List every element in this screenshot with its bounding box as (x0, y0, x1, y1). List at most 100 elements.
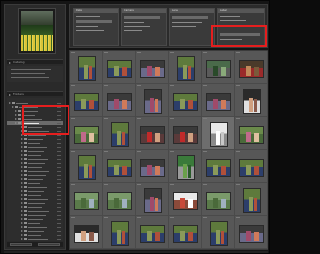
grid-cell[interactable] (235, 51, 268, 84)
disclosure-triangle-icon[interactable] (21, 158, 23, 160)
photo-thumbnail[interactable] (206, 59, 231, 78)
grid-cell[interactable] (136, 183, 169, 216)
photo-thumbnail[interactable] (74, 191, 99, 210)
photo-thumbnail[interactable] (74, 224, 99, 243)
photo-thumbnail[interactable] (173, 191, 198, 210)
grid-cell[interactable] (103, 117, 136, 150)
disclosure-triangle-icon[interactable] (21, 138, 23, 140)
photo-thumbnail[interactable] (239, 125, 264, 144)
grid-cell[interactable] (70, 150, 103, 183)
grid-cell[interactable] (169, 84, 202, 117)
photo-thumbnail[interactable] (140, 158, 165, 177)
grid-cell[interactable] (202, 150, 235, 183)
photo-thumbnail[interactable] (239, 59, 264, 78)
disclosure-triangle-icon[interactable] (21, 210, 23, 212)
grid-cell[interactable] (70, 183, 103, 216)
photo-thumbnail[interactable] (173, 224, 198, 243)
grid-cell[interactable] (235, 150, 268, 183)
photo-thumbnail[interactable] (173, 125, 198, 144)
disclosure-triangle-icon[interactable] (21, 190, 23, 192)
disclosure-triangle-icon[interactable] (21, 154, 23, 156)
grid-cell[interactable] (136, 150, 169, 183)
disclosure-triangle-icon[interactable] (21, 178, 23, 180)
photo-thumbnail[interactable] (206, 158, 231, 177)
filter-column-camera[interactable]: Camera (121, 8, 167, 46)
photo-thumbnail[interactable] (107, 59, 132, 78)
disclosure-triangle-icon[interactable] (21, 198, 23, 200)
photo-thumbnail[interactable] (107, 191, 132, 210)
grid-cell[interactable] (202, 183, 235, 216)
navigator-preview[interactable] (18, 8, 56, 54)
disclosure-triangle-icon[interactable] (21, 218, 23, 220)
import-button[interactable] (10, 243, 32, 246)
filter-column-lens[interactable]: Lens (169, 8, 215, 46)
photo-thumbnail[interactable] (242, 89, 261, 114)
grid-cell[interactable] (103, 84, 136, 117)
photo-thumbnail[interactable] (176, 155, 195, 180)
disclosure-triangle-icon[interactable] (21, 182, 23, 184)
grid-cell[interactable] (202, 51, 235, 84)
photo-thumbnail[interactable] (140, 59, 165, 78)
disclosure-triangle-icon[interactable] (21, 214, 23, 216)
disclosure-triangle-icon[interactable] (21, 202, 23, 204)
photo-thumbnail[interactable] (107, 158, 132, 177)
photo-thumbnail[interactable] (206, 92, 231, 111)
photo-thumbnail[interactable] (242, 188, 261, 213)
disclosure-triangle-icon[interactable] (15, 110, 17, 112)
filter-column-date[interactable]: Date (73, 8, 119, 46)
disclosure-triangle-icon[interactable] (21, 146, 23, 148)
grid-cell[interactable] (169, 150, 202, 183)
photo-thumbnail[interactable] (143, 188, 162, 213)
disclosure-triangle-icon[interactable] (21, 142, 23, 144)
photo-thumbnail[interactable] (206, 191, 231, 210)
export-button[interactable] (38, 243, 60, 246)
disclosure-triangle-icon[interactable] (21, 166, 23, 168)
disclosure-triangle-icon[interactable] (21, 186, 23, 188)
grid-cell[interactable] (235, 117, 268, 150)
disclosure-triangle-icon[interactable] (9, 102, 11, 104)
photo-thumbnail[interactable] (77, 56, 96, 81)
disclosure-triangle-icon[interactable] (15, 118, 17, 120)
grid-cell[interactable] (169, 183, 202, 216)
disclosure-triangle-icon[interactable] (21, 222, 23, 224)
disclosure-triangle-icon[interactable] (9, 61, 11, 64)
disclosure-triangle-icon[interactable] (21, 170, 23, 172)
grid-cell[interactable] (136, 117, 169, 150)
disclosure-triangle-icon[interactable] (21, 206, 23, 208)
disclosure-triangle-icon[interactable] (21, 238, 23, 240)
photo-thumbnail[interactable] (209, 221, 228, 246)
photo-thumbnail[interactable] (74, 125, 99, 144)
disclosure-triangle-icon[interactable] (21, 230, 23, 232)
grid-cell[interactable] (169, 117, 202, 150)
disclosure-triangle-icon[interactable] (21, 194, 23, 196)
folders-panel-header[interactable]: Folders (7, 91, 63, 96)
disclosure-triangle-icon[interactable] (21, 174, 23, 176)
disclosure-triangle-icon[interactable] (15, 114, 17, 116)
grid-cell[interactable] (202, 117, 235, 150)
grid-cell[interactable] (70, 51, 103, 84)
photo-thumbnail[interactable] (239, 224, 264, 243)
photo-thumbnail[interactable] (74, 92, 99, 111)
photo-thumbnail[interactable] (209, 122, 228, 147)
disclosure-triangle-icon[interactable] (15, 122, 17, 124)
disclosure-triangle-icon[interactable] (12, 106, 14, 108)
photo-thumbnail[interactable] (173, 92, 198, 111)
grid-cell[interactable] (103, 183, 136, 216)
grid-cell[interactable] (169, 51, 202, 84)
disclosure-triangle-icon[interactable] (21, 162, 23, 164)
disclosure-triangle-icon[interactable] (21, 226, 23, 228)
photo-thumbnail[interactable] (140, 125, 165, 144)
grid-cell[interactable] (202, 216, 235, 249)
photo-thumbnail[interactable] (110, 122, 129, 147)
grid-cell[interactable] (235, 183, 268, 216)
grid-cell[interactable] (235, 84, 268, 117)
grid-cell[interactable] (136, 216, 169, 249)
photo-thumbnail[interactable] (239, 158, 264, 177)
grid-cell[interactable] (103, 51, 136, 84)
photo-thumbnail[interactable] (140, 224, 165, 243)
grid-cell[interactable] (202, 84, 235, 117)
grid-cell[interactable] (136, 51, 169, 84)
disclosure-triangle-icon[interactable] (21, 150, 23, 152)
grid-cell[interactable] (103, 216, 136, 249)
photo-thumbnail[interactable] (143, 89, 162, 114)
